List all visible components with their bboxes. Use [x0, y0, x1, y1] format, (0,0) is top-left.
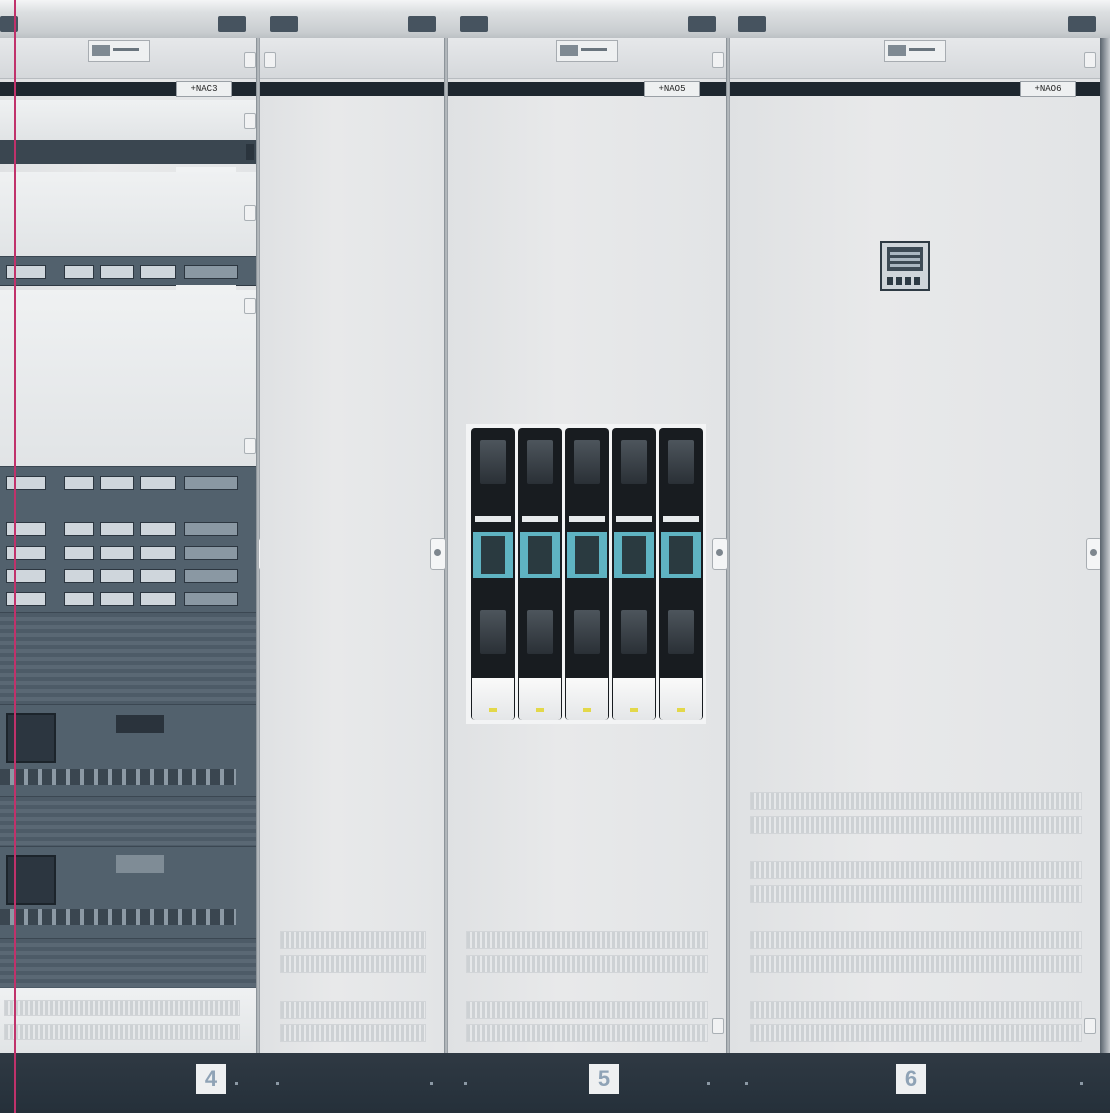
- manufacturer-badge: [884, 40, 946, 62]
- manufacturer-badge: [556, 40, 618, 62]
- base-marker: [745, 1082, 748, 1085]
- blank-cover: [0, 988, 258, 1053]
- cabinet-header: [0, 38, 258, 79]
- ventilation-grille: [466, 931, 708, 949]
- cabinet-header: [730, 38, 1100, 79]
- switchgear-module: [0, 256, 258, 286]
- rail-block: [738, 16, 766, 32]
- section-number: 4: [196, 1064, 226, 1094]
- ventilation-grille: [750, 1001, 1082, 1019]
- door-latch[interactable]: [264, 52, 276, 68]
- section-tag: +NAO5: [644, 81, 700, 97]
- label-strip: +NAC3: [0, 81, 258, 97]
- fuse-switch[interactable]: [612, 428, 656, 720]
- cabinet-header: [260, 38, 446, 79]
- base-marker: [430, 1082, 433, 1085]
- door-latch[interactable]: [1084, 1018, 1096, 1034]
- cabinet-middle-narrow: [260, 38, 446, 1053]
- door-latch[interactable]: [244, 113, 256, 129]
- base-plinth: [0, 1053, 1110, 1113]
- fuse-switch[interactable]: [659, 428, 703, 720]
- ventilation-grille: [750, 885, 1082, 903]
- door-latch[interactable]: [244, 205, 256, 221]
- ventilation-grille: [750, 955, 1082, 973]
- feeder-module-stack: [0, 466, 258, 614]
- rail-block: [460, 16, 488, 32]
- blank-cover: [0, 172, 258, 256]
- section-tag: +NAO6: [1020, 81, 1076, 97]
- base-marker: [1080, 1082, 1083, 1085]
- ventilation-grille: [750, 792, 1082, 810]
- ventilation-grille: [750, 861, 1082, 879]
- rail-block: [408, 16, 436, 32]
- door-latch[interactable]: [712, 52, 724, 68]
- base-marker: [276, 1082, 279, 1085]
- meter-display: [887, 247, 923, 271]
- vented-module: [0, 796, 258, 848]
- fuse-switch[interactable]: [518, 428, 562, 720]
- base-marker: [235, 1082, 238, 1085]
- door-latch[interactable]: [712, 1018, 724, 1034]
- rail-block: [218, 16, 246, 32]
- door-latch[interactable]: [244, 438, 256, 454]
- door-latch[interactable]: [1084, 52, 1096, 68]
- door-hinge[interactable]: [430, 538, 446, 570]
- fuse-switch[interactable]: [471, 428, 515, 720]
- base-marker: [707, 1082, 710, 1085]
- ventilation-grille: [466, 1001, 708, 1019]
- meter-keypad[interactable]: [887, 277, 923, 285]
- drawer-handle-bar[interactable]: [0, 140, 258, 164]
- section-tag: +NAC3: [176, 81, 232, 97]
- ventilation-grille: [750, 1024, 1082, 1042]
- label-strip: +NAO6: [730, 81, 1100, 97]
- terminal-row: [0, 769, 236, 785]
- blank-cover: [0, 290, 258, 466]
- rail-block: [688, 16, 716, 32]
- door-hinge[interactable]: [712, 538, 728, 570]
- breaker-display: [116, 715, 164, 733]
- blank-cover: [0, 100, 258, 140]
- ventilation-grille: [280, 1024, 426, 1042]
- label-strip: [260, 82, 446, 96]
- cabinet-side-edge: [1100, 38, 1110, 1053]
- base-marker: [464, 1082, 467, 1085]
- ventilation-grille: [280, 931, 426, 949]
- breaker-module: [0, 704, 258, 798]
- manufacturer-badge: [88, 40, 150, 62]
- top-mounting-rail: [0, 0, 1110, 40]
- ventilation-grille: [466, 955, 708, 973]
- ventilation-grille: [4, 1000, 240, 1016]
- section-number: 6: [896, 1064, 926, 1094]
- rail-block: [1068, 16, 1096, 32]
- ventilation-grille: [750, 816, 1082, 834]
- label-strip: +NAO5: [448, 81, 728, 97]
- cabinet-right: +NAO6: [730, 38, 1100, 1053]
- breaker-module: [0, 846, 258, 940]
- terminal-row: [0, 909, 236, 925]
- guide-line: [14, 0, 16, 1113]
- vented-module: [0, 938, 258, 990]
- door-latch[interactable]: [244, 52, 256, 68]
- ventilation-grille: [750, 931, 1082, 949]
- cabinet-header: [448, 38, 728, 79]
- breaker-display: [116, 855, 164, 873]
- power-meter[interactable]: [880, 241, 930, 291]
- door-latch[interactable]: [244, 298, 256, 314]
- section-number: 5: [589, 1064, 619, 1094]
- ventilation-grille: [466, 1024, 708, 1042]
- vented-module: [0, 612, 258, 706]
- fuse-switch[interactable]: [565, 428, 609, 720]
- ventilation-grille: [280, 955, 426, 973]
- rail-block: [270, 16, 298, 32]
- ventilation-grille: [4, 1024, 240, 1040]
- ventilation-grille: [280, 1001, 426, 1019]
